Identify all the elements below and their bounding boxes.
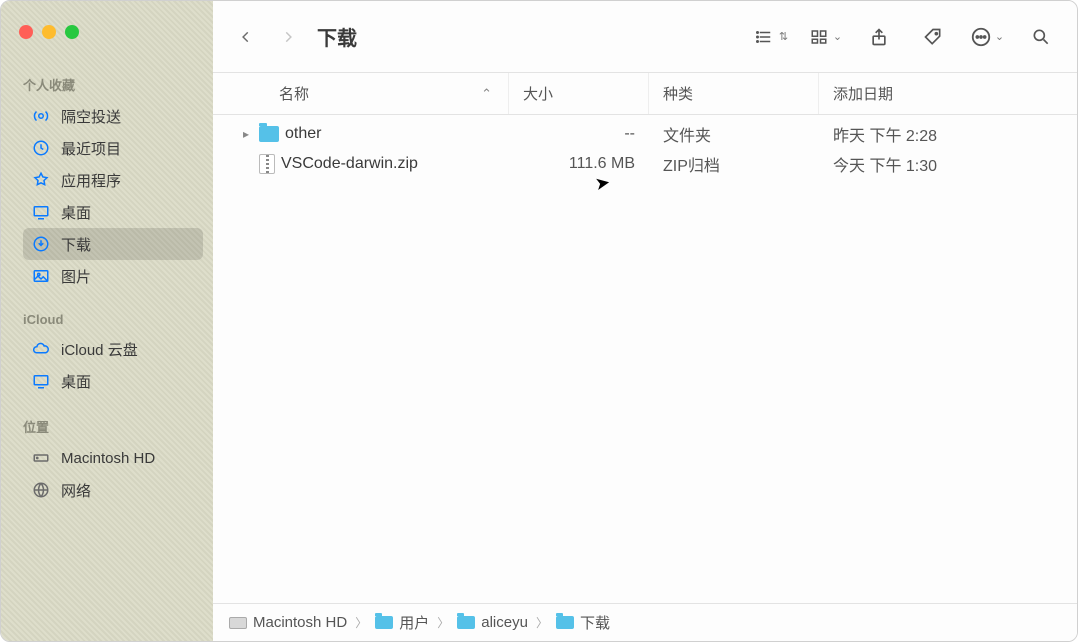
folder-icon xyxy=(375,616,393,629)
sidebar-item-label: 隔空投送 xyxy=(61,106,121,127)
maximize-button[interactable] xyxy=(65,25,79,39)
chevron-down-icon: ⌄ xyxy=(833,30,842,43)
pictures-icon xyxy=(31,266,51,286)
sidebar-item-applications[interactable]: 应用程序 xyxy=(23,164,203,196)
sidebar-item-label: Macintosh HD xyxy=(61,450,155,467)
folder-icon xyxy=(457,616,475,629)
sidebar-item-airdrop[interactable]: 隔空投送 xyxy=(23,100,203,132)
file-name: other xyxy=(285,125,321,143)
sidebar-item-label: 下载 xyxy=(61,234,91,255)
sidebar-item-pictures[interactable]: 图片 xyxy=(23,260,203,292)
column-header-kind[interactable]: 种类 xyxy=(649,73,819,114)
path-item[interactable]: 用户 xyxy=(375,612,429,633)
main-content: 下载 ⇅ ⌄ ⌄ xyxy=(213,1,1077,641)
sidebar-item-label: iCloud 云盘 xyxy=(61,339,138,360)
file-size: -- xyxy=(509,125,649,143)
file-kind: ZIP归档 xyxy=(649,152,819,176)
airdrop-icon xyxy=(31,106,51,126)
sidebar-heading: 个人收藏 xyxy=(23,75,203,94)
sidebar-item-label: 应用程序 xyxy=(61,170,121,191)
window-title: 下载 xyxy=(317,22,357,51)
sidebar-heading: 位置 xyxy=(23,417,203,436)
sidebar-section-locations: 位置 Macintosh HD 网络 xyxy=(1,403,213,512)
minimize-button[interactable] xyxy=(42,25,56,39)
path-bar: Macintosh HD 〉 用户 〉 aliceyu 〉 下载 xyxy=(213,603,1077,641)
desktop-icon xyxy=(31,371,51,391)
clock-icon xyxy=(31,138,51,158)
file-date-added: 昨天 下午 2:28 xyxy=(819,122,1077,146)
view-list-button[interactable]: ⇅ xyxy=(749,17,793,57)
apps-icon xyxy=(31,170,51,190)
file-list: ▸ other -- 文件夹 昨天 下午 2:28 VSCode-darwin.… xyxy=(213,115,1077,603)
column-header-size[interactable]: 大小 xyxy=(509,73,649,114)
sidebar-item-network[interactable]: 网络 xyxy=(23,474,203,506)
chevron-right-icon: 〉 xyxy=(536,614,548,631)
hdd-icon xyxy=(31,448,51,468)
sidebar-item-label: 最近项目 xyxy=(61,138,121,159)
chevron-right-icon: 〉 xyxy=(355,614,367,631)
zip-file-icon xyxy=(259,154,275,174)
finder-window: 个人收藏 隔空投送 最近项目 应用程序 桌面 下载 xyxy=(0,0,1078,642)
column-label: 名称 xyxy=(279,83,309,104)
folder-icon xyxy=(259,126,279,142)
column-header-date-added[interactable]: 添加日期 xyxy=(819,73,1077,114)
sidebar-item-label: 网络 xyxy=(61,480,91,501)
forward-button[interactable] xyxy=(269,17,307,57)
column-label: 种类 xyxy=(663,83,693,104)
column-header-name[interactable]: 名称 ⌃ xyxy=(239,73,509,114)
file-row[interactable]: VSCode-darwin.zip 111.6 MB ZIP归档 今天 下午 1… xyxy=(213,149,1077,179)
sidebar-heading: iCloud xyxy=(23,312,203,327)
disclosure-triangle-icon[interactable]: ▸ xyxy=(239,127,253,141)
group-by-button[interactable]: ⌄ xyxy=(803,17,847,57)
path-item[interactable]: 下载 xyxy=(556,612,610,633)
chevron-right-icon: 〉 xyxy=(437,614,449,631)
download-icon xyxy=(31,234,51,254)
file-date-added: 今天 下午 1:30 xyxy=(819,152,1077,176)
file-row[interactable]: ▸ other -- 文件夹 昨天 下午 2:28 xyxy=(213,119,1077,149)
folder-icon xyxy=(556,616,574,629)
column-label: 大小 xyxy=(523,83,553,104)
icloud-icon xyxy=(31,339,51,359)
file-kind: 文件夹 xyxy=(649,122,819,146)
share-button[interactable] xyxy=(857,17,901,57)
path-label: 下载 xyxy=(580,612,610,633)
path-label: 用户 xyxy=(399,612,429,633)
sidebar: 个人收藏 隔空投送 最近项目 应用程序 桌面 下载 xyxy=(1,1,213,641)
action-menu-button[interactable]: ⌄ xyxy=(965,17,1009,57)
search-button[interactable] xyxy=(1019,17,1063,57)
back-button[interactable] xyxy=(227,17,265,57)
column-headers: 名称 ⌃ 大小 种类 添加日期 xyxy=(213,73,1077,115)
sidebar-item-desktop[interactable]: 桌面 xyxy=(23,196,203,228)
path-item[interactable]: aliceyu xyxy=(457,614,528,631)
desktop-icon xyxy=(31,202,51,222)
sidebar-item-icloud-drive[interactable]: iCloud 云盘 xyxy=(23,333,203,365)
hdd-icon xyxy=(229,617,247,629)
path-label: Macintosh HD xyxy=(253,614,347,631)
close-button[interactable] xyxy=(19,25,33,39)
sidebar-section-favorites: 个人收藏 隔空投送 最近项目 应用程序 桌面 下载 xyxy=(1,61,213,298)
file-name: VSCode-darwin.zip xyxy=(281,155,418,173)
sort-indicator-icon: ⌃ xyxy=(481,86,492,102)
sidebar-section-icloud: iCloud iCloud 云盘 桌面 xyxy=(1,298,213,403)
sidebar-item-macintosh-hd[interactable]: Macintosh HD xyxy=(23,442,203,474)
sidebar-item-icloud-desktop[interactable]: 桌面 xyxy=(23,365,203,397)
network-icon xyxy=(31,480,51,500)
file-size: 111.6 MB xyxy=(509,155,649,173)
sidebar-item-label: 桌面 xyxy=(61,371,91,392)
chevron-updown-icon: ⇅ xyxy=(779,30,788,43)
toolbar: 下载 ⇅ ⌄ ⌄ xyxy=(213,1,1077,73)
chevron-down-icon: ⌄ xyxy=(995,30,1004,43)
path-item[interactable]: Macintosh HD xyxy=(229,614,347,631)
column-label: 添加日期 xyxy=(833,83,893,104)
sidebar-item-downloads[interactable]: 下载 xyxy=(23,228,203,260)
sidebar-item-recents[interactable]: 最近项目 xyxy=(23,132,203,164)
path-label: aliceyu xyxy=(481,614,528,631)
sidebar-item-label: 图片 xyxy=(61,266,91,287)
tags-button[interactable] xyxy=(911,17,955,57)
sidebar-item-label: 桌面 xyxy=(61,202,91,223)
window-controls xyxy=(1,15,213,61)
toolbar-group: ⇅ ⌄ ⌄ xyxy=(749,17,1063,57)
